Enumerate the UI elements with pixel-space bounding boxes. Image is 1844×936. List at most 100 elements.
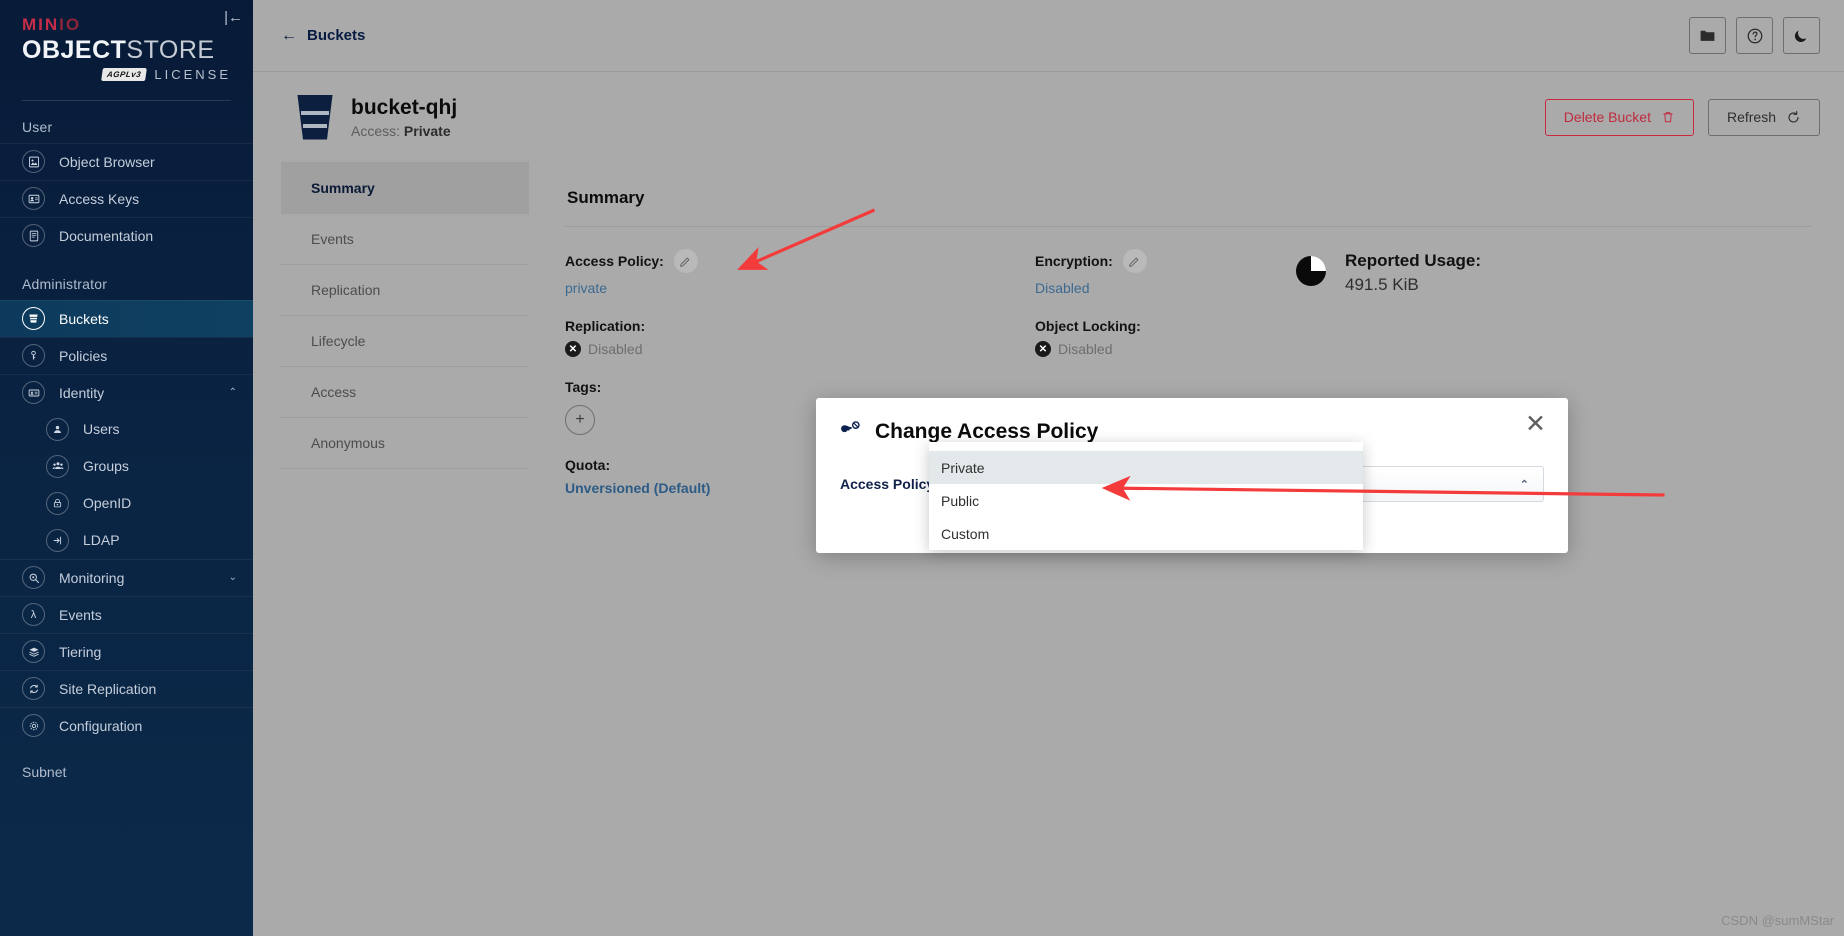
field-replication: Replication: ✕ Disabled xyxy=(565,318,1035,357)
tab-label: Replication xyxy=(311,282,381,298)
sidebar-item-buckets[interactable]: Buckets xyxy=(0,299,253,337)
sidebar-item-ldap[interactable]: LDAP xyxy=(0,522,253,559)
sidebar-item-openid[interactable]: OpenID xyxy=(0,485,253,522)
sidebar-item-label: Users xyxy=(83,421,120,438)
sidebar-item-monitoring[interactable]: Monitoring ⌄ xyxy=(0,558,253,596)
tab-access[interactable]: Access xyxy=(281,367,529,418)
tab-label: Access xyxy=(311,384,357,400)
bucket-tabs: Summary Events Replication Lifecycle Acc… xyxy=(281,162,529,518)
sidebar-item-groups[interactable]: Groups xyxy=(0,448,253,485)
encryption-value-row: Disabled xyxy=(1035,280,1285,296)
sidebar-item-object-browser[interactable]: Object Browser xyxy=(0,142,253,180)
dropdown-option-private[interactable]: Private xyxy=(929,451,1363,484)
sidebar-item-label: LDAP xyxy=(83,532,120,549)
sidebar-item-users[interactable]: Users xyxy=(0,411,253,448)
refresh-label: Refresh xyxy=(1726,109,1776,125)
site-replication-icon xyxy=(22,677,45,701)
add-tag-button[interactable]: + xyxy=(565,405,595,435)
tab-summary[interactable]: Summary xyxy=(281,163,529,214)
breadcrumb-label: Buckets xyxy=(307,27,366,44)
watermark: CSDN @sumMStar xyxy=(1721,913,1834,928)
bucket-header: bucket-qhj Access: Private Delete Bucket… xyxy=(253,72,1844,162)
tab-events[interactable]: Events xyxy=(281,214,529,265)
collapse-left-icon[interactable]: |← xyxy=(224,10,243,25)
dropdown-option-label: Public xyxy=(941,492,980,509)
access-keys-icon xyxy=(22,187,45,211)
topbar: ← Buckets xyxy=(253,0,1844,72)
openid-icon xyxy=(46,491,69,515)
sidebar-item-label: Object Browser xyxy=(59,153,155,170)
sidebar-item-label: Buckets xyxy=(59,310,109,327)
sidebar-item-tiering[interactable]: Tiering xyxy=(0,632,253,670)
sidebar-item-label: Events xyxy=(59,606,102,623)
reported-usage-label: Reported Usage: xyxy=(1345,251,1482,270)
modal-title: Change Access Policy xyxy=(875,420,1099,443)
license-row: AGPLv3 LICENSE xyxy=(22,67,231,82)
sidebar-item-policies[interactable]: Policies xyxy=(0,336,253,374)
delete-bucket-button[interactable]: Delete Bucket xyxy=(1544,98,1694,136)
sidebar-item-access-keys[interactable]: Access Keys xyxy=(0,179,253,217)
chevron-down-icon[interactable]: ⌄ xyxy=(229,572,237,583)
sidebar-item-label: Monitoring xyxy=(59,569,125,586)
back-arrow-icon[interactable]: ← xyxy=(281,27,297,45)
encryption-edit-pencil[interactable] xyxy=(1122,249,1147,273)
tab-label: Summary xyxy=(311,180,375,196)
reported-usage-box: Reported Usage: 491.5 KiB xyxy=(1295,249,1844,295)
field-object-locking: Object Locking: ✕ Disabled xyxy=(1035,318,1285,357)
object-locking-value-row: ✕ Disabled xyxy=(1035,341,1285,357)
object-browser-icon xyxy=(22,150,45,174)
minio-text: MIN xyxy=(22,15,60,34)
bucket-header-buttons: Delete Bucket Refresh xyxy=(1544,98,1820,136)
dark-mode-moon-icon[interactable] xyxy=(1783,17,1820,54)
help-circle-icon[interactable] xyxy=(1736,17,1773,54)
refresh-button[interactable]: Refresh xyxy=(1707,98,1820,136)
delete-bucket-label: Delete Bucket xyxy=(1563,109,1651,125)
sidebar-item-label: OpenID xyxy=(83,495,132,512)
key-icon xyxy=(840,418,863,446)
minio-io-text: IO xyxy=(59,15,82,34)
sidebar-item-label: Configuration xyxy=(59,717,143,734)
tab-label: Events xyxy=(311,231,354,247)
access-policy-edit-pencil[interactable] xyxy=(673,249,698,273)
sidebar-item-identity[interactable]: Identity ⌃ xyxy=(0,373,253,411)
breadcrumb[interactable]: ← Buckets xyxy=(281,27,365,45)
dropdown-option-custom[interactable]: Custom xyxy=(929,517,1363,550)
monitoring-icon xyxy=(22,566,45,590)
sidebar-item-site-replication[interactable]: Site Replication xyxy=(0,669,253,707)
encryption-label: Encryption: xyxy=(1035,253,1113,269)
sidebar-item-label: Site Replication xyxy=(59,680,157,697)
dropdown-option-public[interactable]: Public xyxy=(929,484,1363,517)
identity-icon xyxy=(22,381,45,405)
dropdown-option-label: Custom xyxy=(941,525,990,542)
sidebar-item-events[interactable]: λ Events xyxy=(0,595,253,633)
tab-label: Lifecycle xyxy=(311,333,366,349)
access-policy-dropdown: Private Public Custom xyxy=(929,442,1363,550)
access-policy-value-row: private xyxy=(565,280,1035,296)
chevron-up-icon[interactable]: ⌃ xyxy=(229,387,237,398)
user-icon xyxy=(46,417,69,441)
close-icon[interactable]: ✕ xyxy=(1525,412,1546,437)
bucket-access-value: Private xyxy=(403,123,451,140)
sidebar-item-configuration[interactable]: Configuration xyxy=(0,706,253,744)
tab-lifecycle[interactable]: Lifecycle xyxy=(281,316,529,367)
groups-icon xyxy=(46,454,69,478)
tiering-icon xyxy=(22,640,45,664)
sidebar: |← MINIO OBJECTSTORE AGPLv3 LICENSE User… xyxy=(0,0,253,936)
encryption-value: Disabled xyxy=(1035,280,1090,296)
field-access-policy: Access Policy: private xyxy=(565,249,1035,296)
tab-replication[interactable]: Replication xyxy=(281,265,529,316)
tab-anonymous[interactable]: Anonymous xyxy=(281,418,529,469)
trash-icon xyxy=(1663,112,1673,123)
access-policy-value: private xyxy=(565,280,608,296)
object-locking-label: Object Locking: xyxy=(1035,318,1141,334)
disabled-x-icon: ✕ xyxy=(565,341,581,357)
folder-icon[interactable] xyxy=(1689,17,1726,54)
encryption-label-row: Encryption: xyxy=(1035,249,1285,273)
field-encryption: Encryption: Disabled xyxy=(1035,249,1285,296)
replication-label: Replication: xyxy=(565,318,646,334)
sidebar-item-documentation[interactable]: Documentation xyxy=(0,216,253,254)
policies-icon xyxy=(22,344,45,368)
sidebar-item-label: Policies xyxy=(59,347,108,364)
sidebar-item-label: Tiering xyxy=(59,643,102,660)
store-text: STORE xyxy=(126,35,215,64)
